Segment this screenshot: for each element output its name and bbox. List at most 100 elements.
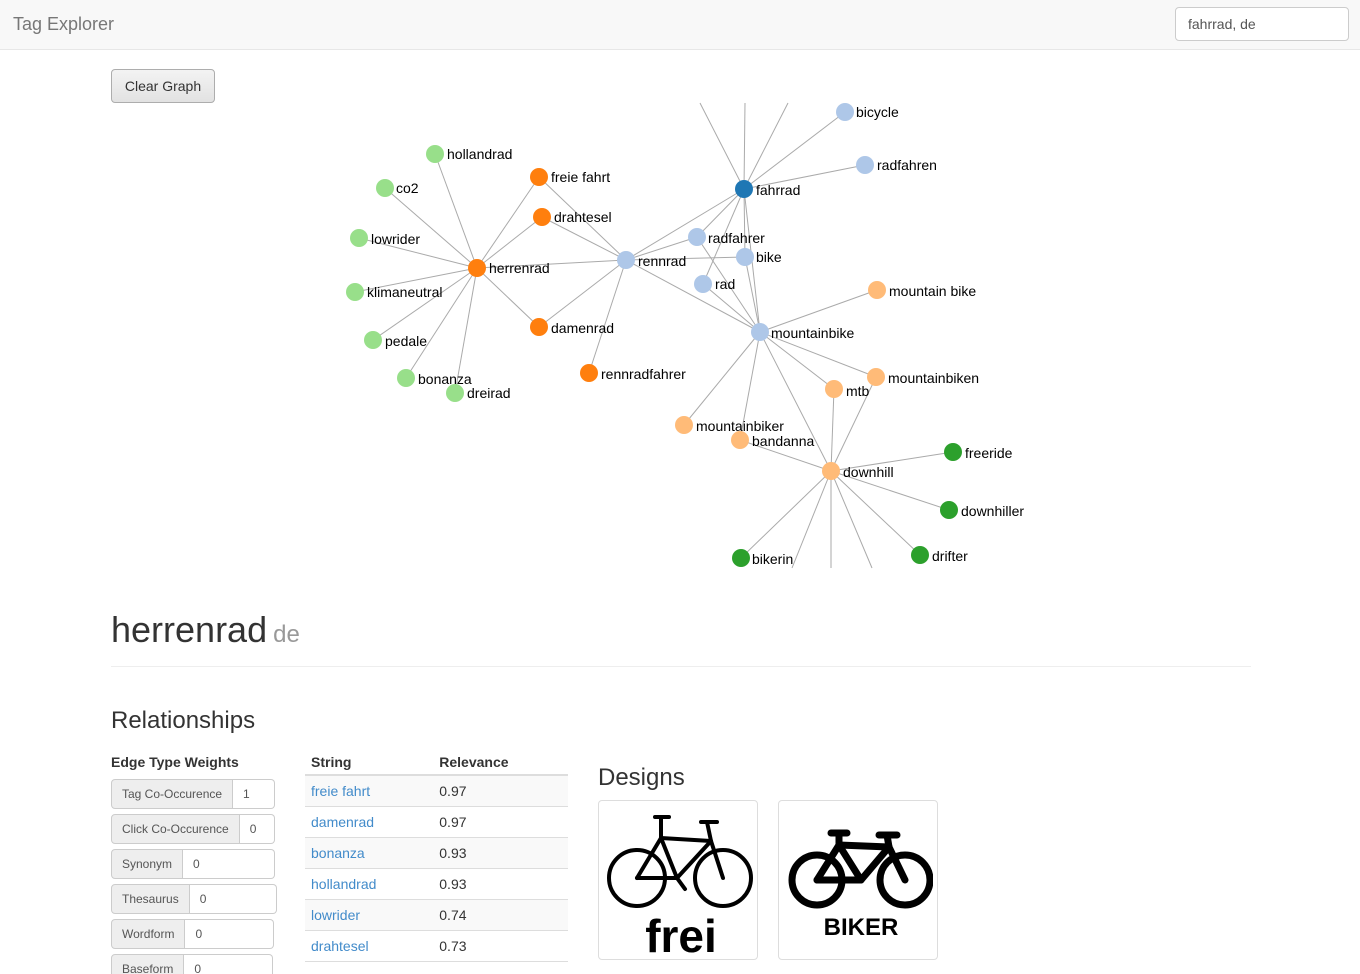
graph-label-co2[interactable]: co2 — [396, 180, 419, 196]
column-header-string[interactable]: String — [305, 749, 434, 776]
graph-node-dreirad[interactable] — [446, 384, 464, 402]
graph-node-co2[interactable] — [376, 179, 394, 197]
weight-input[interactable]: 0 — [189, 884, 277, 914]
graph-node-mountainbike[interactable] — [751, 323, 769, 341]
graph-node-bike[interactable] — [736, 248, 754, 266]
weight-input[interactable]: 0 — [183, 849, 276, 879]
graph-label-drifter[interactable]: drifter — [932, 548, 968, 564]
graph-label-freie-fahrt[interactable]: freie fahrt — [551, 169, 610, 185]
navbar: Tag Explorer — [0, 0, 1360, 50]
graph-edge — [830, 388, 835, 472]
related-tag-link[interactable]: hollandrad — [311, 876, 376, 892]
related-tag-link[interactable]: freie fahrt — [311, 783, 370, 799]
graph-label-rad[interactable]: rad — [715, 276, 735, 292]
graph-node-mountainbiker[interactable] — [675, 416, 693, 434]
graph-edge — [625, 188, 745, 261]
design-thumbnail-frei[interactable]: frei — [598, 800, 758, 962]
bicycle-bold-icon: BIKER — [788, 829, 934, 941]
weight-input[interactable]: 0 — [185, 919, 275, 949]
graph-node-mountain-bike[interactable] — [868, 281, 886, 299]
graph-label-fahrrad[interactable]: fahrrad — [756, 182, 800, 198]
graph-label-bandanna[interactable]: bandanna — [752, 433, 815, 449]
graph-node-fahrrad[interactable] — [735, 180, 753, 198]
graph-node-hollandrad[interactable] — [426, 145, 444, 163]
graph-nodes: bicycle radfahren fahrrad hollandrad fre… — [346, 103, 1024, 567]
graph-node-klimaneutral[interactable] — [346, 283, 364, 301]
graph-node-herrenrad[interactable] — [468, 259, 486, 277]
graph-node-downhiller[interactable] — [940, 501, 958, 519]
tag-title: herrenrad de — [111, 609, 300, 651]
graph-label-klimaneutral[interactable]: klimaneutral — [367, 284, 442, 300]
graph-edge — [538, 259, 627, 328]
related-tag-link[interactable]: drahtesel — [311, 938, 369, 954]
graph-label-lowrider[interactable]: lowrider — [371, 231, 420, 247]
graph-label-pedale[interactable]: pedale — [385, 333, 427, 349]
weight-label: Click Co-Occurence — [111, 814, 240, 844]
weight-label: Wordform — [111, 919, 186, 949]
graph-edge — [434, 153, 478, 269]
column-header-relevance[interactable]: Relevance — [433, 749, 568, 776]
table-row: bonanza 0.93 — [305, 837, 568, 869]
graph-label-mtb[interactable]: mtb — [846, 383, 870, 399]
weight-input[interactable]: 1 — [233, 779, 276, 809]
graph-label-bonanza[interactable]: bonanza — [418, 371, 472, 387]
related-tag-link[interactable]: lowrider — [311, 907, 360, 923]
graph-edge — [743, 102, 746, 190]
graph-label-mountainbiken[interactable]: mountainbiken — [888, 370, 979, 386]
weight-label: Baseform — [111, 954, 185, 974]
clear-graph-button[interactable]: Clear Graph — [111, 69, 215, 103]
graph-label-downhill[interactable]: downhill — [843, 464, 894, 480]
graph-edge — [743, 188, 746, 258]
graph-label-mountain-bike[interactable]: mountain bike — [889, 283, 976, 299]
graph-edge — [588, 259, 627, 374]
graph-node-bonanza[interactable] — [397, 369, 415, 387]
graph-label-drahtesel[interactable]: drahtesel — [554, 209, 612, 225]
graph-label-rennrad[interactable]: rennrad — [638, 253, 686, 269]
table-cell-string: bonanza — [305, 837, 434, 869]
graph-node-bicycle[interactable] — [836, 103, 854, 121]
design-caption: BIKER — [824, 914, 899, 941]
graph-node-downhill[interactable] — [822, 462, 840, 480]
relevance-table: String Relevance freie fahrt 0.97 damenr… — [305, 749, 568, 962]
related-tag-link[interactable]: bonanza — [311, 845, 365, 861]
related-tag-link[interactable]: damenrad — [311, 814, 374, 830]
graph-label-hollandrad[interactable]: hollandrad — [447, 146, 512, 162]
design-thumbnail-biker[interactable]: BIKER — [778, 800, 938, 960]
graph-node-radfahren[interactable] — [856, 156, 874, 174]
graph-node-rennradfahrer[interactable] — [580, 364, 598, 382]
graph-edge — [683, 331, 761, 426]
graph-label-damenrad[interactable]: damenrad — [551, 320, 614, 336]
graph-node-freeride[interactable] — [944, 443, 962, 461]
graph-node-pedale[interactable] — [364, 331, 382, 349]
graph-node-rennrad[interactable] — [617, 251, 635, 269]
graph-node-damenrad[interactable] — [530, 318, 548, 336]
weight-synonym: Synonym 0 — [111, 849, 276, 879]
graph-node-mountainbiken[interactable] — [867, 368, 885, 386]
graph-label-bikerin[interactable]: bikerin — [752, 551, 793, 567]
graph-label-downhiller[interactable]: downhiller — [961, 503, 1024, 519]
graph-node-lowrider[interactable] — [350, 229, 368, 247]
graph-label-bike[interactable]: bike — [756, 249, 782, 265]
graph-label-radfahrer[interactable]: radfahrer — [708, 230, 765, 246]
graph-node-freie-fahrt[interactable] — [530, 168, 548, 186]
graph-label-mountainbike[interactable]: mountainbike — [771, 325, 854, 341]
graph-node-bandanna[interactable] — [731, 431, 749, 449]
graph-node-bikerin[interactable] — [732, 549, 750, 567]
graph-label-bicycle[interactable]: bicycle — [856, 104, 899, 120]
graph-node-drahtesel[interactable] — [533, 208, 551, 226]
graph-node-rad[interactable] — [694, 275, 712, 293]
graph-node-radfahrer[interactable] — [688, 228, 706, 246]
weight-input[interactable]: 0 — [239, 814, 275, 844]
weight-input[interactable]: 0 — [184, 954, 274, 974]
table-cell-relevance: 0.97 — [433, 806, 568, 838]
graph-label-freeride[interactable]: freeride — [965, 445, 1013, 461]
graph-node-drifter[interactable] — [911, 546, 929, 564]
table-cell-relevance: 0.74 — [433, 899, 568, 931]
graph-label-dreirad[interactable]: dreirad — [467, 385, 511, 401]
graph-node-mtb[interactable] — [825, 380, 843, 398]
search-input[interactable] — [1175, 7, 1349, 41]
graph-label-herrenrad[interactable]: herrenrad — [489, 260, 550, 276]
app-brand[interactable]: Tag Explorer — [13, 14, 114, 35]
graph-label-rennradfahrer[interactable]: rennradfahrer — [601, 366, 686, 382]
graph-label-radfahren[interactable]: radfahren — [877, 157, 937, 173]
